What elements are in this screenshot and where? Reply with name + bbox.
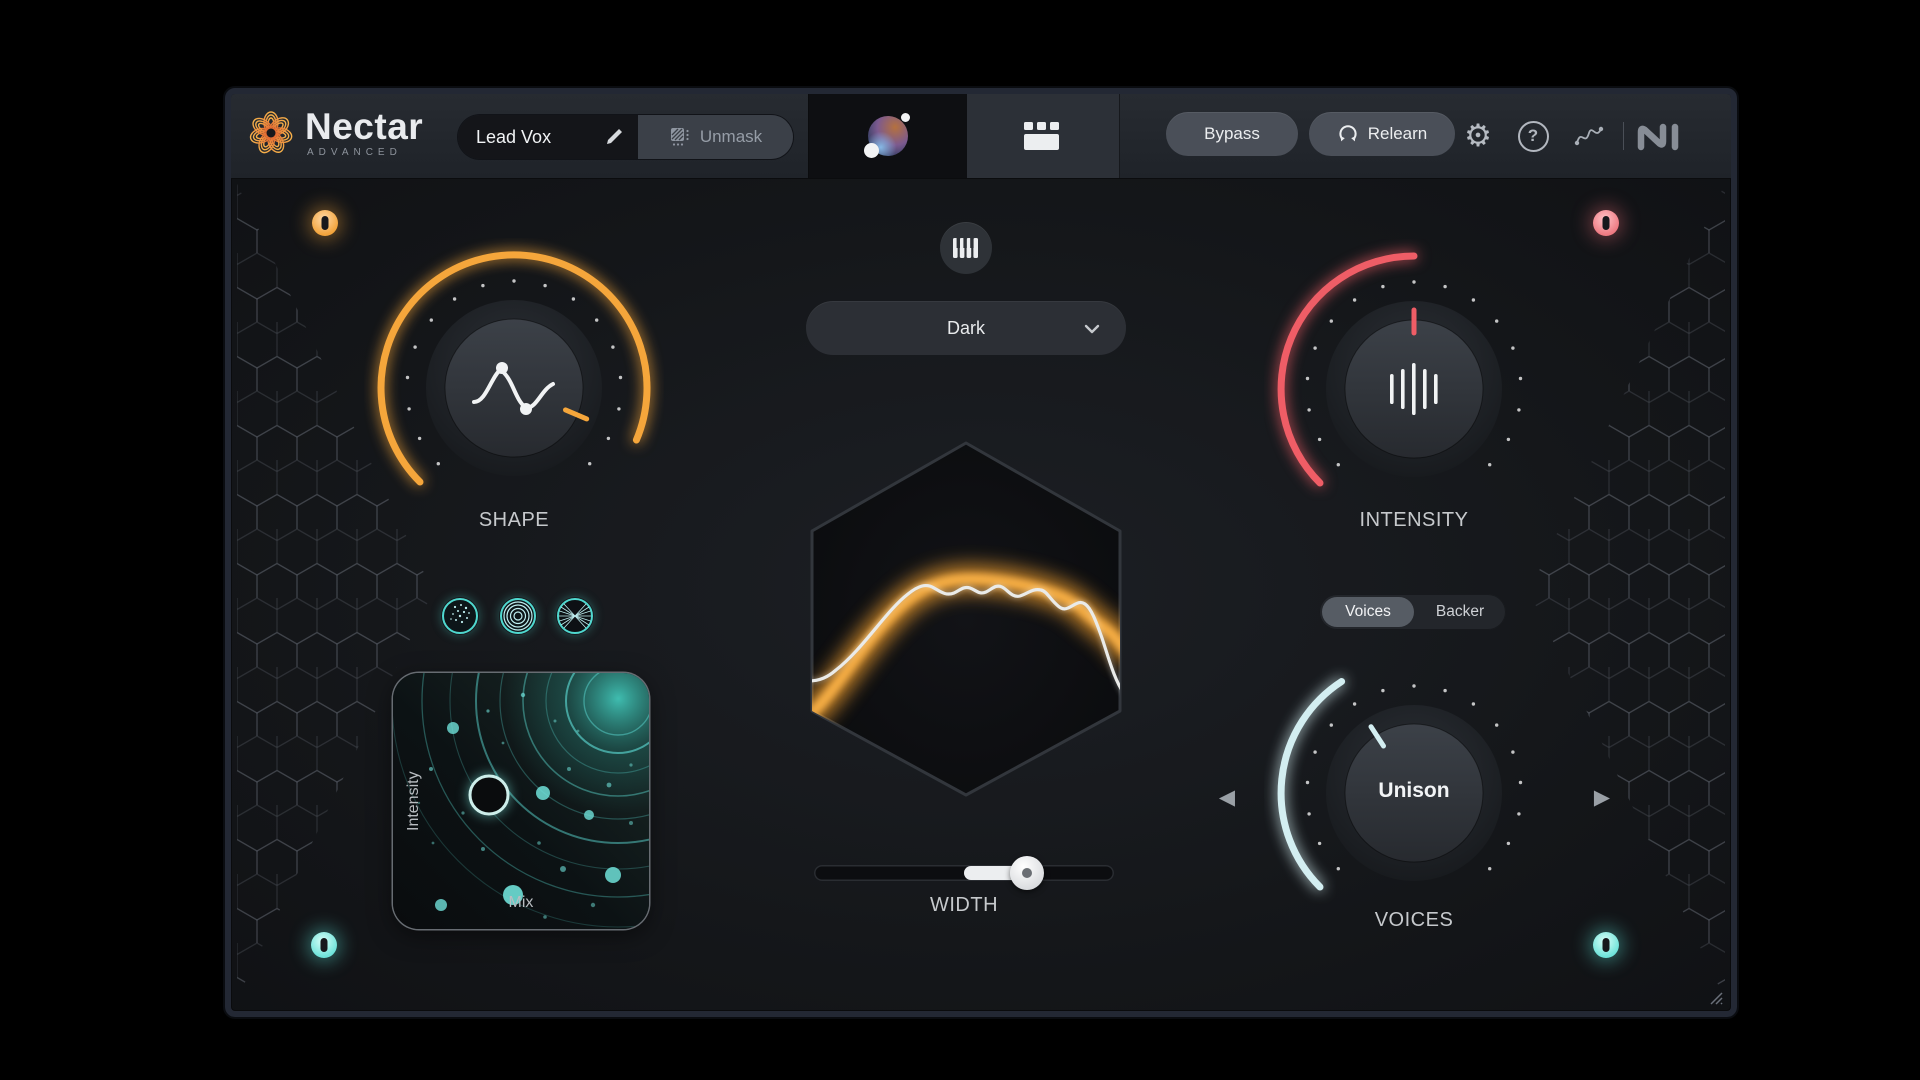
voices-module-indicator[interactable] — [1593, 932, 1619, 958]
voices-value: Unison — [1264, 779, 1564, 803]
voices-backer-toggle: Voices Backer — [1319, 594, 1506, 630]
shape-label: SHAPE — [364, 509, 664, 532]
relearn-refresh-icon — [1337, 123, 1359, 145]
width-label: WIDTH — [814, 894, 1114, 917]
key-listen-button[interactable] — [940, 222, 992, 274]
unmask-button[interactable]: Unmask — [638, 115, 793, 159]
topbar-divider — [1623, 122, 1624, 150]
fx-fan-toggle[interactable] — [556, 597, 594, 635]
unmask-icon — [669, 126, 691, 148]
help-glyph: ? — [1528, 126, 1538, 146]
settings-gear-icon[interactable]: ⚙ — [1456, 94, 1500, 178]
fx-rings-toggle[interactable] — [499, 597, 537, 635]
brand-logo: Nectar ADVANCED — [247, 108, 423, 158]
audiolens-signal-icon[interactable] — [1565, 94, 1613, 178]
pad-space-scene — [393, 673, 649, 929]
tone-value: Dark — [947, 318, 985, 339]
top-bar: Nectar ADVANCED Lead Vox — [231, 94, 1731, 179]
resize-grip[interactable] — [1707, 989, 1723, 1005]
preset-group: Lead Vox Unmask — [458, 115, 793, 159]
toggle-backer[interactable]: Backer — [1414, 603, 1506, 621]
relearn-label: Relearn — [1368, 124, 1428, 144]
fx-dots-toggle[interactable] — [441, 597, 479, 635]
preset-name: Lead Vox — [476, 127, 551, 148]
pad-x-axis-label: Mix — [393, 894, 649, 912]
intensity-module-indicator[interactable] — [1593, 210, 1619, 236]
spectrum-hexagon-display — [808, 439, 1124, 799]
shape-knob-dial — [364, 238, 664, 538]
width-slider[interactable] — [814, 865, 1114, 881]
pad-y-axis-label: Intensity — [397, 673, 431, 929]
reverb-xy-pad[interactable] — [393, 673, 649, 929]
module-strip-icon — [1024, 122, 1062, 150]
shape-module-indicator[interactable] — [312, 210, 338, 236]
unmask-label: Unmask — [700, 127, 762, 147]
nectar-plugin-window: Nectar ADVANCED Lead Vox — [225, 88, 1737, 1017]
preset-selector[interactable]: Lead Vox — [458, 115, 638, 159]
help-icon[interactable]: ? — [1511, 94, 1555, 178]
brand-name: Nectar — [305, 108, 423, 145]
brand-tier: ADVANCED — [307, 148, 423, 158]
pad-puck[interactable] — [470, 776, 508, 814]
pencil-icon[interactable] — [604, 127, 624, 147]
intensity-knob-dial — [1264, 239, 1564, 539]
pad-module-indicator[interactable] — [311, 932, 337, 958]
relearn-button[interactable]: Relearn — [1309, 112, 1455, 156]
piano-keys-icon — [952, 237, 980, 259]
width-slider-handle[interactable] — [1010, 856, 1044, 890]
voices-label: VOICES — [1264, 909, 1564, 932]
assistant-orb-icon — [868, 116, 908, 156]
nectar-flower-icon — [247, 109, 295, 157]
voices-next-button[interactable]: ▶ — [1589, 784, 1615, 810]
shape-knob[interactable] — [364, 238, 664, 538]
bypass-button[interactable]: Bypass — [1166, 112, 1298, 156]
intensity-label: INTENSITY — [1264, 509, 1564, 532]
intensity-knob[interactable] — [1264, 239, 1564, 539]
desktop: Nectar ADVANCED Lead Vox — [0, 0, 1920, 1080]
bypass-label: Bypass — [1204, 124, 1260, 144]
native-instruments-logo — [1631, 94, 1685, 178]
tone-dropdown[interactable]: Dark — [806, 301, 1126, 355]
toggle-voices[interactable]: Voices — [1322, 597, 1414, 627]
chevron-down-icon — [1084, 324, 1100, 334]
tab-module-strip-view[interactable] — [967, 94, 1120, 178]
tab-assistant-view[interactable] — [808, 94, 968, 178]
voices-prev-button[interactable]: ◀ — [1214, 784, 1240, 810]
